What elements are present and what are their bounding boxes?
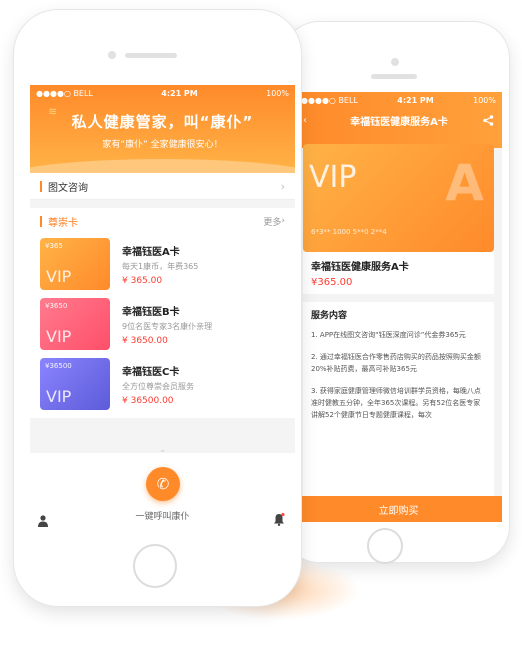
- card-desc: 9位名医专家3名康仆亲理: [122, 321, 213, 331]
- accent-bar: [40, 180, 42, 192]
- vip-text: VIP: [46, 267, 72, 286]
- front-phone: ●●●●○ BELL 4:21 PM 100% ≋ 私人健康管家，叫“康仆” 家…: [14, 10, 301, 606]
- chevron-right-icon: ›: [281, 216, 285, 226]
- card-price: ¥ 365.00: [122, 275, 163, 286]
- home-button[interactable]: [367, 528, 403, 564]
- back-phone: ●●●●○ BELL 4:21 PM 100% ‹ 幸福钰医健康服务A卡 VIP…: [283, 22, 509, 564]
- speaker: [371, 74, 417, 79]
- status-bar: ●●●●○ BELL 4:21 PM 100%: [295, 92, 502, 108]
- back-icon[interactable]: ‹: [303, 115, 315, 126]
- battery-text: 100%: [266, 88, 289, 98]
- card-desc: 全方位尊崇会员服务: [122, 381, 194, 391]
- camera: [108, 51, 116, 59]
- card-name: 幸福钰医B卡: [122, 306, 180, 318]
- user-icon[interactable]: [38, 515, 48, 527]
- card-price: ¥ 36500.00: [122, 395, 174, 406]
- card-badge: ¥3650: [45, 302, 68, 310]
- section-title: 尊崇卡: [48, 217, 78, 229]
- detail-header: ●●●●○ BELL 4:21 PM 100% ‹ 幸福钰医健康服务A卡: [295, 92, 502, 148]
- card-info: 幸福钰医A卡 每天1康币，年费365 ¥ 365.00: [122, 243, 198, 286]
- vip-text: VIP: [46, 327, 72, 346]
- call-panel: ⌄ ✆ 一键呼叫康仆: [30, 445, 295, 542]
- vip-card-thumb: ¥365 VIP: [40, 238, 110, 290]
- accent-bar: [40, 215, 42, 227]
- status-bar: ●●●●○ BELL 4:21 PM 100%: [30, 85, 295, 101]
- card-badge: ¥365: [45, 242, 63, 250]
- card-name: 幸福钰医A卡: [122, 246, 180, 258]
- carrier-text: ●●●●○ BELL: [301, 95, 358, 105]
- share-icon[interactable]: [483, 114, 494, 126]
- hero-title: 私人健康管家，叫“康仆”: [71, 113, 254, 131]
- service-item: 3. 获得家庭健康管理师微信培训群学员资格，每晚八点准时健教五分钟，全年365次…: [311, 387, 481, 419]
- home-screen: ●●●●○ BELL 4:21 PM 100% ≋ 私人健康管家，叫“康仆” 家…: [30, 85, 295, 542]
- card-logo-mark: A: [445, 154, 484, 212]
- card-item-c[interactable]: ¥36500 VIP 幸福钰医C卡 全方位尊崇会员服务 ¥ 36500.00: [40, 354, 285, 414]
- nav-title: 幸福钰医健康服务A卡: [350, 116, 448, 128]
- service-item: 2. 通过幸福钰医合作零售药店购买的药品按照购买金额20%补贴药费，最高可补贴3…: [311, 353, 481, 373]
- card-number: 6*3** 1000 5**0 2**4: [311, 228, 387, 236]
- section-header: 尊崇卡 更多 ›: [40, 208, 285, 234]
- phone-icon[interactable]: ✆: [146, 467, 180, 501]
- more-link[interactable]: 更多: [263, 215, 281, 228]
- card-price: ¥ 3650.00: [122, 335, 168, 346]
- vip-text: VIP: [46, 387, 72, 406]
- vip-card-large: VIP A 6*3** 1000 5**0 2**4: [303, 144, 494, 252]
- vip-text: VIP: [309, 160, 357, 195]
- nav-bar: ‹ 幸福钰医健康服务A卡: [295, 108, 502, 132]
- chevron-down-icon[interactable]: ⌄: [30, 445, 295, 455]
- call-label: 一键呼叫康仆: [135, 512, 190, 522]
- card-info: 幸福钰医健康服务A卡 ¥365.00: [303, 252, 494, 294]
- chevron-right-icon: ›: [280, 179, 285, 193]
- hero-wave: [30, 159, 295, 173]
- service-heading: 服务内容: [311, 311, 348, 321]
- battery-text: 100%: [473, 95, 496, 105]
- membership-section: 尊崇卡 更多 › ¥365 VIP 幸福钰医A卡 每天1康币，年费365 ¥ 3…: [30, 208, 295, 418]
- service-content: 服务内容 1. APP在线图文咨询“钰医深度问诊”代金券365元 2. 通过幸福…: [303, 302, 494, 522]
- card-badge: ¥36500: [45, 362, 72, 370]
- time-text: 4:21 PM: [161, 88, 198, 98]
- card-item-a[interactable]: ¥365 VIP 幸福钰医A卡 每天1康币，年费365 ¥ 365.00: [40, 234, 285, 294]
- camera: [391, 58, 399, 66]
- speaker: [125, 53, 177, 58]
- vip-card-thumb: ¥3650 VIP: [40, 298, 110, 350]
- card-desc: 每天1康币，年费365: [122, 261, 199, 271]
- vip-card-thumb: ¥36500 VIP: [40, 358, 110, 410]
- card-item-b[interactable]: ¥3650 VIP 幸福钰医B卡 9位名医专家3名康仆亲理 ¥ 3650.00: [40, 294, 285, 354]
- bell-icon[interactable]: [273, 513, 285, 526]
- detail-screen: ●●●●○ BELL 4:21 PM 100% ‹ 幸福钰医健康服务A卡 VIP…: [295, 92, 502, 522]
- home-button[interactable]: [133, 544, 177, 588]
- buy-now-button[interactable]: 立即购买: [295, 496, 502, 522]
- card-name: 幸福钰医健康服务A卡: [311, 262, 409, 273]
- hero-subtitle: 家有“康仆” 全家健康很安心！: [102, 140, 223, 150]
- card-info: 幸福钰医B卡 9位名医专家3名康仆亲理 ¥ 3650.00: [122, 303, 212, 346]
- card-price: ¥365.00: [311, 277, 353, 288]
- consult-label: 图文咨询: [48, 182, 88, 194]
- consult-row[interactable]: 图文咨询 ›: [30, 173, 295, 200]
- time-text: 4:21 PM: [397, 95, 434, 105]
- card-name: 幸福钰医C卡: [122, 366, 180, 378]
- carrier-text: ●●●●○ BELL: [36, 88, 93, 98]
- hero-banner: ●●●●○ BELL 4:21 PM 100% ≋ 私人健康管家，叫“康仆” 家…: [30, 85, 295, 173]
- service-item: 1. APP在线图文咨询“钰医深度问诊”代金券365元: [311, 331, 466, 339]
- card-info: 幸福钰医C卡 全方位尊崇会员服务 ¥ 36500.00: [122, 363, 194, 406]
